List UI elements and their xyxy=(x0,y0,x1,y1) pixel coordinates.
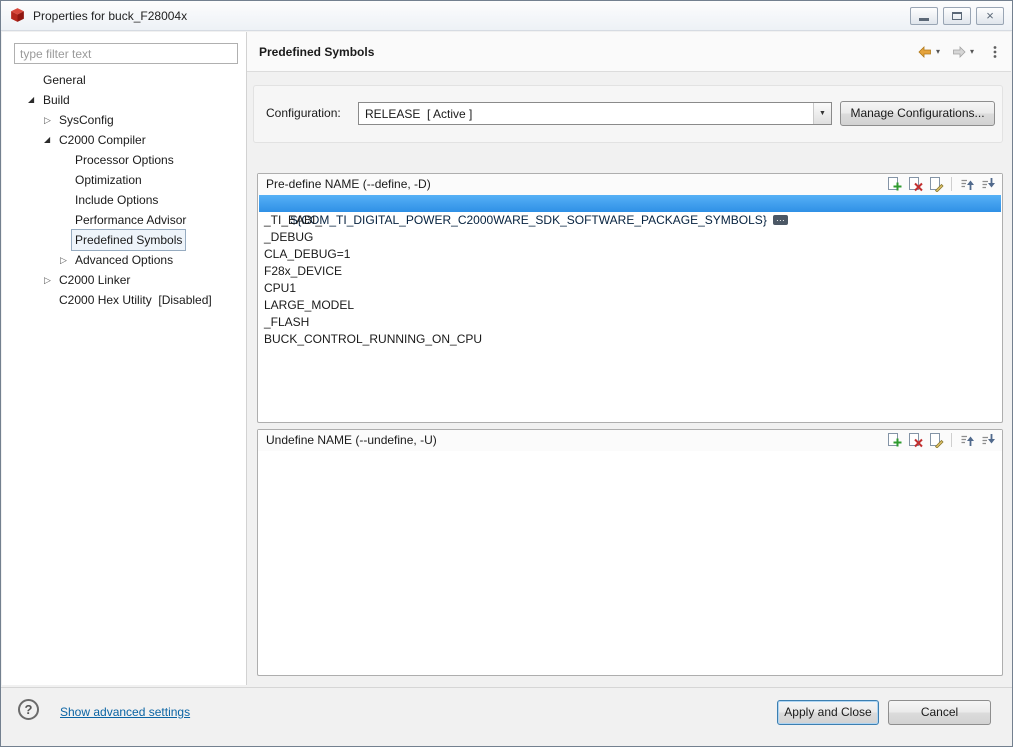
move-up-icon[interactable] xyxy=(959,176,975,192)
move-up-icon[interactable] xyxy=(959,432,975,448)
sidebar: General ◢ Build ▷ SysConfig ◢ C2000 Comp… xyxy=(2,32,246,685)
chevron-down-icon[interactable]: ▼ xyxy=(813,103,831,124)
properties-dialog: Properties for buck_F28004x × General ◢ … xyxy=(0,0,1013,747)
page-title: Predefined Symbols xyxy=(259,44,375,59)
configuration-label: Configuration: xyxy=(266,106,341,120)
expand-arrow-icon[interactable]: ◢ xyxy=(28,90,43,110)
predefine-group-title: Pre-define NAME (--define, -D) xyxy=(266,177,431,191)
window-title: Properties for buck_F28004x xyxy=(33,8,188,23)
configuration-select[interactable]: RELEASE [ Active ] ▼ xyxy=(358,102,832,125)
maximize-icon xyxy=(952,11,962,20)
undefine-symbol-list[interactable] xyxy=(259,451,1001,674)
close-icon: × xyxy=(986,8,994,23)
tree-item-processor-options[interactable]: Processor Options xyxy=(2,150,246,170)
back-button[interactable] xyxy=(917,44,933,60)
minimize-button[interactable] xyxy=(910,6,938,25)
tree-item-sysconfig[interactable]: ▷ SysConfig xyxy=(2,110,246,130)
tree-item-c2000-linker[interactable]: ▷ C2000 Linker xyxy=(2,270,246,290)
predefine-symbol-row[interactable]: BUCK_CONTROL_RUNNING_ON_CPU xyxy=(259,331,1001,348)
show-advanced-settings-link[interactable]: Show advanced settings xyxy=(60,705,190,719)
collapse-arrow-icon[interactable]: ▷ xyxy=(44,270,59,290)
footer: ? Show advanced settings Apply and Close… xyxy=(2,688,1011,745)
tree-item-predefined-symbols[interactable]: Predefined Symbols xyxy=(2,229,246,251)
collapse-arrow-icon[interactable]: ▷ xyxy=(44,110,59,130)
predefine-symbol-row[interactable]: F28x_DEVICE xyxy=(259,263,1001,280)
add-symbol-icon[interactable] xyxy=(886,432,902,448)
tree-item-c2000-hex-utility[interactable]: C2000 Hex Utility [Disabled] xyxy=(2,290,246,310)
delete-symbol-icon[interactable] xyxy=(907,176,923,192)
sidebar-divider xyxy=(246,32,247,685)
configuration-value: RELEASE [ Active ] xyxy=(365,106,473,121)
collapse-arrow-icon[interactable]: ▷ xyxy=(60,250,75,270)
delete-symbol-icon[interactable] xyxy=(907,432,923,448)
add-symbol-icon[interactable] xyxy=(886,176,902,192)
predefine-symbol-row[interactable]: _FLASH xyxy=(259,314,1001,331)
toolbar-separator xyxy=(951,177,952,191)
predefine-symbol-row[interactable]: _DEBUG xyxy=(259,229,1001,246)
tree-item-advanced-options[interactable]: ▷ Advanced Options xyxy=(2,250,246,270)
view-menu-icon[interactable] xyxy=(991,44,999,60)
back-menu-caret-icon[interactable]: ▾ xyxy=(936,47,940,56)
predefine-symbol-row[interactable]: LARGE_MODEL xyxy=(259,297,1001,314)
forward-menu-caret-icon[interactable]: ▾ xyxy=(970,47,974,56)
inline-edit-icon[interactable]: ··· xyxy=(772,215,788,225)
predefine-group-header: Pre-define NAME (--define, -D) xyxy=(258,174,1002,195)
help-icon[interactable]: ? xyxy=(18,699,39,720)
close-button[interactable]: × xyxy=(976,6,1004,25)
minimize-icon xyxy=(919,18,929,21)
tree-item-performance-advisor[interactable]: Performance Advisor xyxy=(2,210,246,230)
predefine-symbol-list: ${COM_TI_DIGITAL_POWER_C2000WARE_SDK_SOF… xyxy=(259,195,1001,421)
cancel-button[interactable]: Cancel xyxy=(888,700,991,725)
move-down-icon[interactable] xyxy=(980,176,996,192)
predefine-symbol-row[interactable]: ${COM_TI_DIGITAL_POWER_C2000WARE_SDK_SOF… xyxy=(259,195,1001,227)
predefine-symbol-row[interactable]: CLA_DEBUG=1 xyxy=(259,246,1001,263)
forward-button[interactable] xyxy=(951,44,967,60)
filter-input[interactable] xyxy=(14,43,238,64)
undefine-group-header: Undefine NAME (--undefine, -U) xyxy=(258,430,1002,451)
maximize-button[interactable] xyxy=(943,6,971,25)
configuration-panel: Configuration: RELEASE [ Active ] ▼ Mana… xyxy=(253,85,1003,143)
tree-item-include-options[interactable]: Include Options xyxy=(2,190,246,210)
tree-item-build[interactable]: ◢ Build xyxy=(2,90,246,110)
edit-symbol-icon[interactable] xyxy=(928,432,944,448)
manage-configurations-button[interactable]: Manage Configurations... xyxy=(840,101,995,126)
move-down-icon[interactable] xyxy=(980,432,996,448)
expand-arrow-icon[interactable]: ◢ xyxy=(44,130,59,150)
page-header: Predefined Symbols ▾ ▾ xyxy=(247,32,1011,72)
properties-tree: General ◢ Build ▷ SysConfig ◢ C2000 Comp… xyxy=(2,70,246,310)
predefine-symbol-row[interactable]: CPU1 xyxy=(259,280,1001,297)
tree-item-optimization[interactable]: Optimization xyxy=(2,170,246,190)
ccs-logo-icon xyxy=(9,7,26,24)
undefine-group-title: Undefine NAME (--undefine, -U) xyxy=(266,433,437,447)
tree-item-general[interactable]: General xyxy=(2,70,246,90)
predefine-group: Pre-define NAME (--define, -D) ${COM_TI_… xyxy=(257,173,1003,423)
edit-symbol-icon[interactable] xyxy=(928,176,944,192)
title-bar[interactable]: Properties for buck_F28004x × xyxy=(1,1,1012,31)
tree-item-c2000-compiler[interactable]: ◢ C2000 Compiler xyxy=(2,130,246,150)
toolbar-separator xyxy=(951,433,952,447)
undefine-group: Undefine NAME (--undefine, -U) xyxy=(257,429,1003,676)
apply-and-close-button[interactable]: Apply and Close xyxy=(777,700,879,725)
